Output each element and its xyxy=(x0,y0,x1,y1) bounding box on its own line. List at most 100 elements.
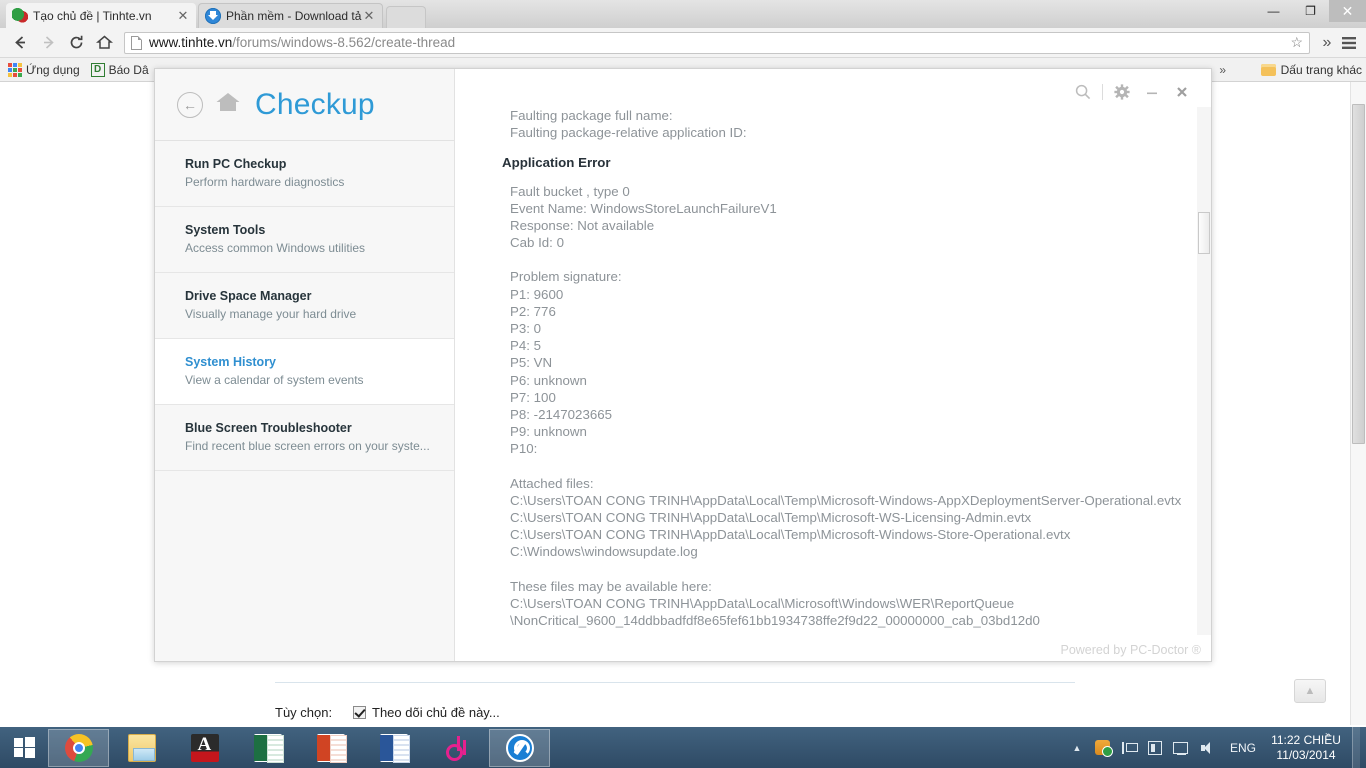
report-line: P3: 0 xyxy=(510,321,542,337)
address-bar[interactable]: www.tinhte.vn /forums/windows-8.562/crea… xyxy=(124,31,1310,54)
reload-button[interactable] xyxy=(62,30,90,56)
sidebar-item-title: Blue Screen Troubleshooter xyxy=(185,421,352,435)
report-line: Response: Not available xyxy=(510,218,655,234)
taskbar-item-pc-doctor[interactable] xyxy=(489,728,550,767)
sidebar-item-system-tools[interactable]: System Tools Access common Windows utili… xyxy=(155,207,454,273)
sidebar-item-sub: Find recent blue screen errors on your s… xyxy=(185,439,430,453)
sidebar-item-sub: Access common Windows utilities xyxy=(185,241,366,255)
bookmark-item[interactable]: D Báo Dâ xyxy=(87,60,156,80)
folder-icon xyxy=(1260,63,1276,76)
chrome-icon xyxy=(64,733,93,762)
checkup-scrollbar-thumb[interactable] xyxy=(1198,212,1210,254)
music-icon xyxy=(443,734,471,762)
window-controls: — ❐ ✕ xyxy=(1255,0,1366,22)
search-icon[interactable] xyxy=(1068,77,1098,107)
back-arrow-icon[interactable]: ← xyxy=(177,91,203,118)
report-line: P2: 776 xyxy=(510,303,556,319)
volume-icon[interactable] xyxy=(1196,737,1218,759)
tinhte-favicon-icon xyxy=(12,7,28,24)
back-button[interactable] xyxy=(6,30,34,56)
report-line: P9: unknown xyxy=(510,424,587,440)
tab-close-icon[interactable]: ✕ xyxy=(362,9,376,22)
options-row: Tùy chọn: Theo dõi chủ đề này... xyxy=(275,705,1075,720)
new-tab-button[interactable] xyxy=(386,6,426,28)
sidebar-item-system-history[interactable]: System History View a calendar of system… xyxy=(155,339,454,405)
sidebar-item-sub: View a calendar of system events xyxy=(185,373,364,387)
taskbar-item-acrobat[interactable] xyxy=(174,729,235,767)
bookmark-star-icon[interactable]: ☆ xyxy=(1290,34,1303,51)
clock[interactable]: 11:22 CHIỀU 11/03/2014 xyxy=(1266,733,1352,763)
taskbar-item-excel[interactable] xyxy=(237,729,298,767)
report-spacer xyxy=(510,561,1185,578)
taskbar-item-powerpoint[interactable] xyxy=(300,729,361,767)
checkup-header: ← Checkup xyxy=(155,69,454,141)
report-line: Cab Id: 0 xyxy=(510,235,564,251)
sidebar-item-run-pc-checkup[interactable]: Run PC Checkup Perform hardware diagnost… xyxy=(155,141,454,207)
report-line: P4: 5 xyxy=(510,338,542,354)
gear-icon[interactable] xyxy=(1107,77,1137,107)
scroll-to-top-button[interactable]: ▲ xyxy=(1294,679,1326,703)
acrobat-icon xyxy=(190,733,219,762)
taskbar-item-music-player[interactable] xyxy=(426,729,487,767)
report-line: C:\Users\TOAN CONG TRINH\AppData\Local\M… xyxy=(510,595,1015,611)
sidebar-item-title: Drive Space Manager xyxy=(185,289,312,303)
window-maximize-button[interactable]: ❐ xyxy=(1292,0,1329,22)
system-history-report[interactable]: Faulting package full name: Faulting pac… xyxy=(455,107,1197,635)
taskbar-item-chrome[interactable] xyxy=(48,728,109,767)
report-line: Event Name: WindowsStoreLaunchFailureV1 xyxy=(510,200,777,216)
close-icon[interactable] xyxy=(1167,77,1197,107)
flag-icon[interactable] xyxy=(1118,737,1140,759)
apps-grid-icon xyxy=(8,62,22,77)
toolbar-overflow-icon[interactable]: » xyxy=(1316,30,1338,56)
report-line: P1: 9600 xyxy=(510,286,564,302)
report-line: Faulting package full name: xyxy=(510,108,673,123)
show-desktop-button[interactable] xyxy=(1352,727,1360,768)
report-spacer xyxy=(510,458,1185,475)
report-line: \NonCritical_9600_14ddbbadfdf8e65fef61bb… xyxy=(510,613,1040,629)
taskbar-item-file-explorer[interactable] xyxy=(111,729,172,767)
language-indicator[interactable]: ENG xyxy=(1220,741,1266,755)
watch-thread-checkbox[interactable] xyxy=(353,706,366,719)
page-scrollbar-track[interactable] xyxy=(1350,82,1366,725)
checkup-main-panel: Faulting package full name: Faulting pac… xyxy=(455,69,1211,661)
powerpoint-icon xyxy=(316,733,347,763)
network-icon[interactable] xyxy=(1170,737,1192,759)
window-minimize-button[interactable]: — xyxy=(1255,0,1292,22)
sidebar-item-drive-space-manager[interactable]: Drive Space Manager Visually manage your… xyxy=(155,273,454,339)
checkup-scrollbar-track[interactable] xyxy=(1197,107,1211,635)
url-host: www.tinhte.vn xyxy=(149,35,233,50)
window-close-button[interactable]: ✕ xyxy=(1329,0,1366,22)
start-button[interactable] xyxy=(0,727,48,768)
bookmark-other-folder[interactable]: Dấu trang khác xyxy=(1252,62,1362,77)
minimize-icon[interactable] xyxy=(1137,77,1167,107)
report-line: P6: unknown xyxy=(510,372,587,388)
home-button[interactable] xyxy=(90,30,118,56)
report-line: P5: VN xyxy=(510,355,553,371)
report-line: C:\Windows\windowsupdate.log xyxy=(510,544,698,560)
page-scrollbar-thumb[interactable] xyxy=(1352,104,1365,444)
sidebar-item-blue-screen-troubleshooter[interactable]: Blue Screen Troubleshooter Find recent b… xyxy=(155,405,454,471)
browser-tab-inactive[interactable]: Phần mềm - Download tả ✕ xyxy=(198,3,383,28)
show-hidden-icons-button[interactable]: ▲ xyxy=(1066,737,1088,759)
forward-button[interactable] xyxy=(34,30,62,56)
bookmark-label: Dấu trang khác xyxy=(1280,62,1362,77)
word-icon xyxy=(379,733,410,763)
report-line: These files may be available here: xyxy=(510,578,712,594)
url-path: /forums/windows-8.562/create-thread xyxy=(232,35,456,50)
report-line: P10: xyxy=(510,441,538,457)
excel-icon xyxy=(253,733,284,763)
pc-doctor-icon xyxy=(505,733,534,762)
chrome-menu-icon[interactable] xyxy=(1338,30,1360,56)
options-label: Tùy chọn: xyxy=(275,705,333,720)
browser-toolbar: www.tinhte.vn /forums/windows-8.562/crea… xyxy=(0,28,1366,58)
browser-tab-active[interactable]: Tạo chủ đề | Tinhte.vn ✕ xyxy=(6,3,196,28)
tab-close-icon[interactable]: ✕ xyxy=(176,9,190,22)
tab-title: Tạo chủ đề | Tinhte.vn xyxy=(33,8,152,23)
taskbar-item-word[interactable] xyxy=(363,729,424,767)
security-shield-icon[interactable] xyxy=(1092,737,1114,759)
bookmark-apps[interactable]: Ứng dụng xyxy=(4,60,87,80)
bookmarks-overflow-icon[interactable]: » xyxy=(1219,63,1226,77)
system-tray: ▲ ENG 11:22 CHIỀU 11/03/2014 xyxy=(1064,727,1366,768)
device-icon[interactable] xyxy=(1144,737,1166,759)
home-icon[interactable] xyxy=(215,91,241,118)
